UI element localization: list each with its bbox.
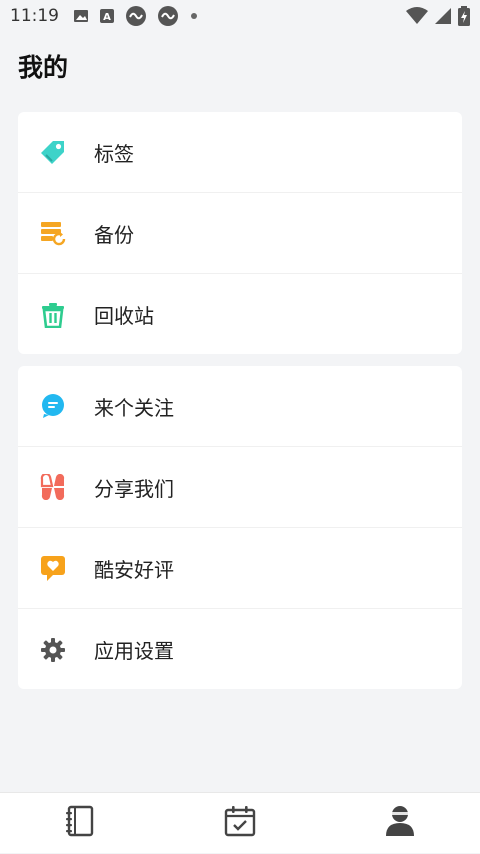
status-time: 11:19	[10, 6, 59, 26]
gear-icon	[40, 637, 66, 663]
menu-item-label: 标签	[94, 141, 134, 166]
infinity-icon	[157, 5, 179, 27]
trash-icon	[40, 302, 66, 328]
menu-item-label: 来个关注	[94, 395, 174, 420]
notebook-icon	[65, 805, 95, 841]
signal-icon	[434, 7, 452, 25]
bottom-nav	[0, 792, 480, 853]
nav-calendar[interactable]	[160, 793, 320, 854]
text-icon: A	[99, 8, 115, 24]
chat-icon	[40, 393, 66, 419]
user-icon	[385, 805, 415, 841]
page-title: 我的	[18, 53, 69, 82]
menu-item-backup[interactable]: 备份	[18, 193, 462, 274]
dot-icon	[189, 11, 199, 21]
menu-item-share[interactable]: 分享我们	[18, 447, 462, 528]
tag-icon	[40, 139, 66, 165]
menu-item-settings[interactable]: 应用设置	[18, 609, 462, 690]
menu-item-rate[interactable]: 酷安好评	[18, 528, 462, 609]
menu-item-recycle-bin[interactable]: 回收站	[18, 274, 462, 355]
nav-profile[interactable]	[320, 793, 480, 854]
image-icon	[73, 8, 89, 24]
backup-icon	[40, 220, 66, 246]
calendar-check-icon	[224, 805, 256, 841]
battery-icon	[458, 6, 470, 26]
menu-item-label: 应用设置	[94, 639, 174, 663]
menu-card-2: 来个关注 分享我们 酷安好评 应用设置	[18, 366, 462, 689]
svg-text:A: A	[103, 12, 111, 23]
menu-item-follow[interactable]: 来个关注	[18, 366, 462, 447]
menu-item-label: 备份	[94, 222, 134, 247]
menu-card-1: 标签 备份 回收站	[18, 112, 462, 354]
wifi-icon	[406, 7, 428, 25]
menu-item-label: 分享我们	[94, 476, 174, 501]
status-bar: 11:19 A	[0, 0, 480, 32]
menu-item-label: 回收站	[94, 304, 154, 328]
menu-item-label: 酷安好评	[94, 557, 174, 582]
share-icon	[40, 474, 66, 500]
heart-message-icon	[40, 555, 66, 581]
menu-item-tags[interactable]: 标签	[18, 112, 462, 193]
nav-notes[interactable]	[0, 793, 160, 854]
infinity-icon	[125, 5, 147, 27]
